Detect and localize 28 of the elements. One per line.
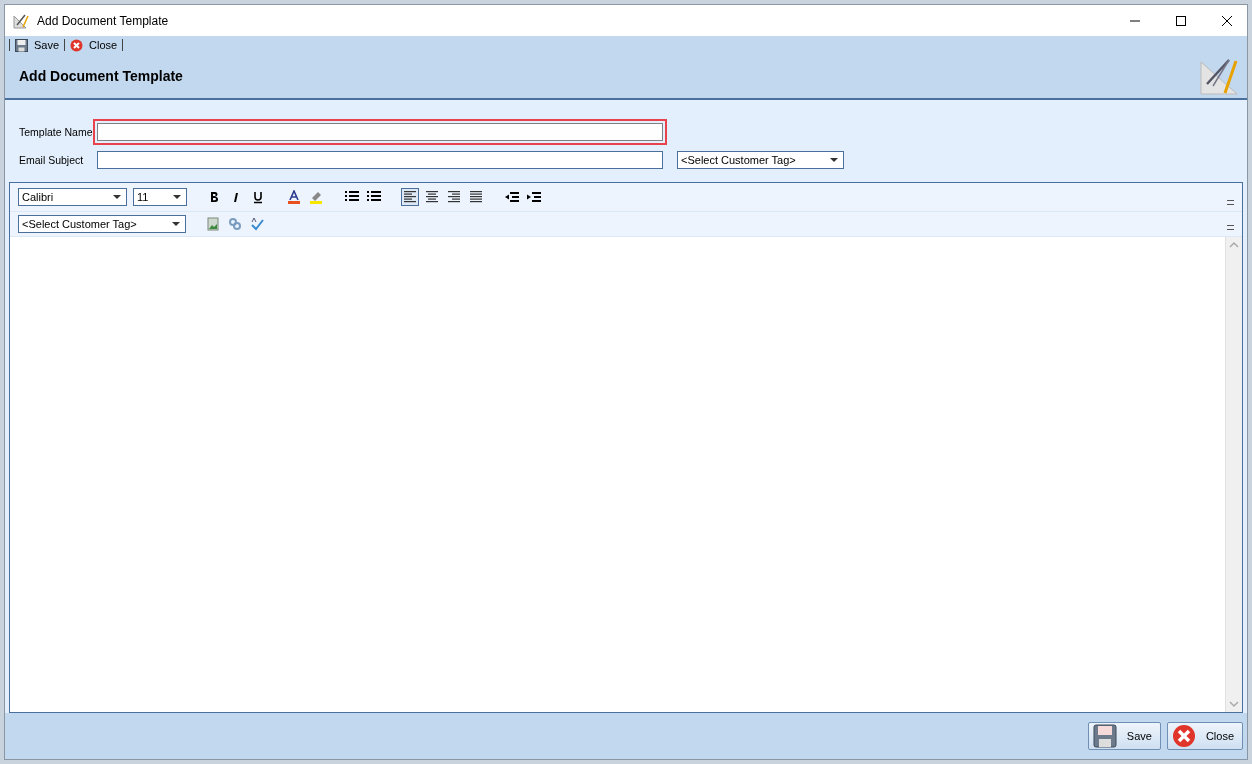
customer-tag-dropdown[interactable]: <Select Customer Tag> [677,151,844,169]
align-left-icon[interactable] [401,188,419,206]
caret-icon [172,222,180,226]
font-color-icon[interactable] [285,188,303,206]
maximize-icon[interactable] [1175,14,1187,27]
link-icon[interactable] [226,215,244,233]
close-icon [1171,724,1196,748]
font-size-dropdown[interactable]: 11 [133,188,187,206]
toolbar-button[interactable]: Close [67,38,121,52]
close-icon [70,38,84,52]
field-label: Email Subject [19,154,85,166]
spellcheck-icon[interactable] [248,215,266,233]
field-label: Template Name [19,126,91,138]
caret-icon [113,195,121,199]
text-field[interactable] [97,151,663,169]
caret-icon [173,195,181,199]
page-heading: Add Document Template [19,68,183,84]
caret-icon [830,158,838,162]
close-icon[interactable] [1221,14,1233,27]
drafting-tools-icon [13,12,29,29]
font-dropdown[interactable]: Calibri [18,188,127,206]
footer-button[interactable]: Save [1087,722,1161,750]
text-field[interactable] [97,123,663,141]
window-title: Add Document Template [37,13,169,28]
toolbar-button[interactable]: Save [12,38,63,52]
image-icon[interactable] [204,215,222,233]
customer-tag-dropdown[interactable]: <Select Customer Tag> [18,215,186,233]
footer-button[interactable]: Close [1166,722,1243,750]
